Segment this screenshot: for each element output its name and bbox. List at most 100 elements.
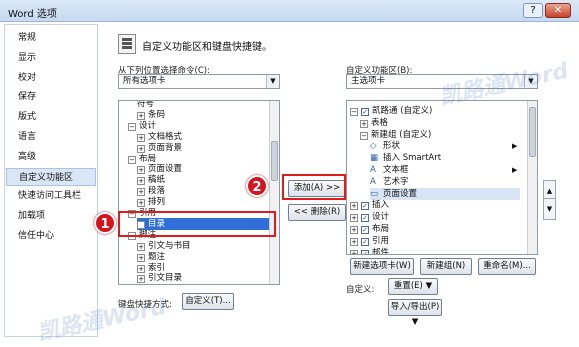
ribbon-tree-item[interactable]: ▭ 页面设置 bbox=[370, 187, 520, 200]
scrollbar-thumb[interactable] bbox=[271, 141, 278, 181]
ribbon-tree-item[interactable]: + 表格 bbox=[360, 117, 388, 129]
ribbon-tree-item[interactable]: + ✓ 设计 bbox=[350, 211, 389, 223]
nav-item[interactable]: 显示 bbox=[6, 49, 96, 67]
expand-icon[interactable]: + bbox=[137, 275, 145, 284]
ribbon-tree-item-label: 插入 bbox=[372, 200, 390, 211]
rename-button[interactable]: 重命名(M)... bbox=[478, 258, 536, 275]
scrollbar[interactable] bbox=[527, 101, 537, 254]
checkbox[interactable]: ✓ bbox=[361, 214, 369, 223]
ribbon-tree-item[interactable]: − ✓ 凯路通 (自定义) bbox=[350, 105, 432, 117]
close-button[interactable]: ✕ bbox=[545, 3, 571, 18]
ribbon-tree-item-label: 插入 SmartArt bbox=[383, 153, 442, 164]
step-1-badge: 1 bbox=[94, 212, 116, 234]
ribbon-tree-item[interactable]: + ✓ 插入 bbox=[350, 199, 389, 211]
expand-icon[interactable]: + bbox=[137, 144, 145, 153]
checkbox[interactable]: ✓ bbox=[361, 202, 369, 211]
tree-item-label: 设计 bbox=[139, 120, 157, 131]
tree-item-label: 引文与书目 bbox=[148, 240, 191, 251]
tree-item-label: 页面背景 bbox=[148, 142, 183, 153]
ribbon-tree-item[interactable]: + ✓ 邮件 bbox=[350, 247, 389, 254]
nav-item[interactable]: 保存 bbox=[6, 88, 96, 106]
expand-icon[interactable]: + bbox=[137, 253, 145, 262]
title-bar: Word 选项 ? ✕ bbox=[0, 0, 579, 22]
choose-commands-combo[interactable]: 所有选项卡 ▼ bbox=[118, 74, 280, 89]
import-export-dropdown[interactable]: 导入/导出(P) ▼ bbox=[388, 299, 442, 327]
nav-item[interactable]: 版式 bbox=[6, 108, 96, 126]
command-icon: A bbox=[370, 176, 376, 187]
ribbon-tree-item-label: 凯路通 (自定义) bbox=[372, 106, 433, 116]
ribbon-tree-item[interactable]: + ✓ 引用 bbox=[350, 235, 389, 247]
expand-icon[interactable]: + bbox=[350, 226, 358, 234]
nav-item[interactable]: 常规 bbox=[6, 29, 96, 47]
import-export-label: 导入/导出(P) bbox=[390, 302, 440, 312]
nav-item[interactable]: 加载项 bbox=[6, 207, 96, 225]
tree-item-label: 排列 bbox=[148, 197, 166, 208]
tree-item-label: 条码 bbox=[148, 109, 166, 120]
nav-item[interactable]: 快速访问工具栏 bbox=[6, 187, 96, 205]
chevron-down-icon: ▼ bbox=[266, 75, 279, 88]
ribbon-tree-item-label: 布局 bbox=[372, 224, 390, 234]
tree-item-label: 引文目录 bbox=[148, 273, 183, 284]
remove-button[interactable]: << 删除(R) bbox=[288, 204, 346, 221]
new-tab-button[interactable]: 新建选项卡(W) bbox=[350, 258, 414, 275]
ribbon-tree-item[interactable]: + ✓ 布局 bbox=[350, 223, 389, 235]
expand-icon[interactable]: + bbox=[137, 264, 145, 273]
ribbon-tree-item-label: 表格 bbox=[371, 117, 389, 128]
expand-icon[interactable]: + bbox=[137, 177, 145, 186]
customize-keyboard-button[interactable]: 自定义(T)... bbox=[182, 293, 234, 310]
new-group-button[interactable]: 新建组(N) bbox=[420, 258, 472, 275]
expand-icon[interactable]: + bbox=[137, 166, 145, 175]
chevron-right-icon: ▶ bbox=[512, 166, 518, 174]
customize-ribbon-value: 主选项卡 bbox=[351, 76, 386, 86]
expand-icon[interactable]: + bbox=[350, 249, 358, 254]
step-2-badge: 2 bbox=[246, 175, 268, 197]
tree-item-label: 符号 bbox=[137, 100, 155, 109]
tree-item-label: 布局 bbox=[139, 153, 157, 164]
ribbon-tree-item[interactable]: A 文本框 ▶ bbox=[370, 164, 517, 176]
scrollbar[interactable] bbox=[269, 101, 279, 284]
ribbon-tree-item[interactable]: ◇ 形状 ▶ bbox=[370, 140, 517, 152]
tree-item-label: 文档格式 bbox=[148, 131, 183, 142]
command-icon: A bbox=[370, 165, 376, 175]
collapse-icon[interactable]: − bbox=[360, 131, 368, 140]
expand-icon[interactable]: + bbox=[350, 202, 358, 211]
reset-dropdown[interactable]: 重置(E) ▼ bbox=[388, 278, 438, 295]
scrollbar-thumb[interactable] bbox=[529, 107, 536, 157]
ribbon-tree-item[interactable]: ▦ 插入 SmartArt bbox=[370, 152, 441, 164]
collapse-icon[interactable]: − bbox=[350, 108, 358, 116]
nav-item[interactable]: 自定义功能区 bbox=[6, 167, 96, 186]
nav-item[interactable]: 语言 bbox=[6, 128, 96, 146]
tree-item[interactable]: + 引文目录 bbox=[137, 272, 182, 284]
checkbox[interactable]: ✓ bbox=[361, 108, 369, 116]
expand-icon[interactable]: + bbox=[137, 111, 145, 120]
window-title: Word 选项 bbox=[8, 9, 57, 20]
ribbon-tree-item-label: 形状 bbox=[383, 141, 401, 152]
checkbox[interactable]: ✓ bbox=[361, 249, 369, 254]
expand-icon[interactable]: + bbox=[137, 133, 145, 142]
ribbon-tree-item-label: 新建组 (自定义) bbox=[371, 129, 432, 140]
collapse-icon[interactable]: − bbox=[128, 122, 136, 131]
command-icon: ▭ bbox=[370, 188, 379, 199]
tree-item-label: 索引 bbox=[148, 262, 166, 273]
help-button[interactable]: ? bbox=[523, 3, 543, 18]
expand-icon[interactable]: + bbox=[350, 214, 358, 223]
collapse-icon[interactable]: − bbox=[128, 155, 136, 164]
ribbon-tree-item-label: 引用 bbox=[372, 235, 390, 246]
expand-icon[interactable]: + bbox=[137, 188, 145, 197]
nav-item[interactable]: 校对 bbox=[6, 69, 96, 87]
nav-item[interactable]: 高级 bbox=[6, 148, 96, 166]
expand-icon[interactable]: + bbox=[360, 119, 368, 128]
checkbox[interactable]: ✓ bbox=[361, 226, 369, 234]
ribbon-tree-item-label: 艺术字 bbox=[383, 176, 409, 187]
expand-icon[interactable]: + bbox=[137, 199, 145, 208]
command-icon: ▦ bbox=[370, 153, 379, 164]
ribbon-tree[interactable]: − ✓ 凯路通 (自定义) + 表格 − 新建组 (自定义) ◇ 形状 ▶ ▦ 插入 SmartArt… bbox=[346, 100, 538, 255]
tree-item-label: 稿纸 bbox=[148, 175, 166, 186]
checkbox[interactable]: ✓ bbox=[361, 237, 369, 246]
move-down-button[interactable]: ▼ bbox=[543, 198, 556, 220]
ribbon-tree-item[interactable]: − 新建组 (自定义) bbox=[360, 129, 431, 141]
expand-icon[interactable]: + bbox=[350, 237, 358, 246]
expand-icon[interactable]: + bbox=[137, 242, 145, 251]
ribbon-tree-item[interactable]: A 艺术字 bbox=[370, 176, 409, 188]
nav-item[interactable]: 信任中心 bbox=[6, 227, 96, 245]
